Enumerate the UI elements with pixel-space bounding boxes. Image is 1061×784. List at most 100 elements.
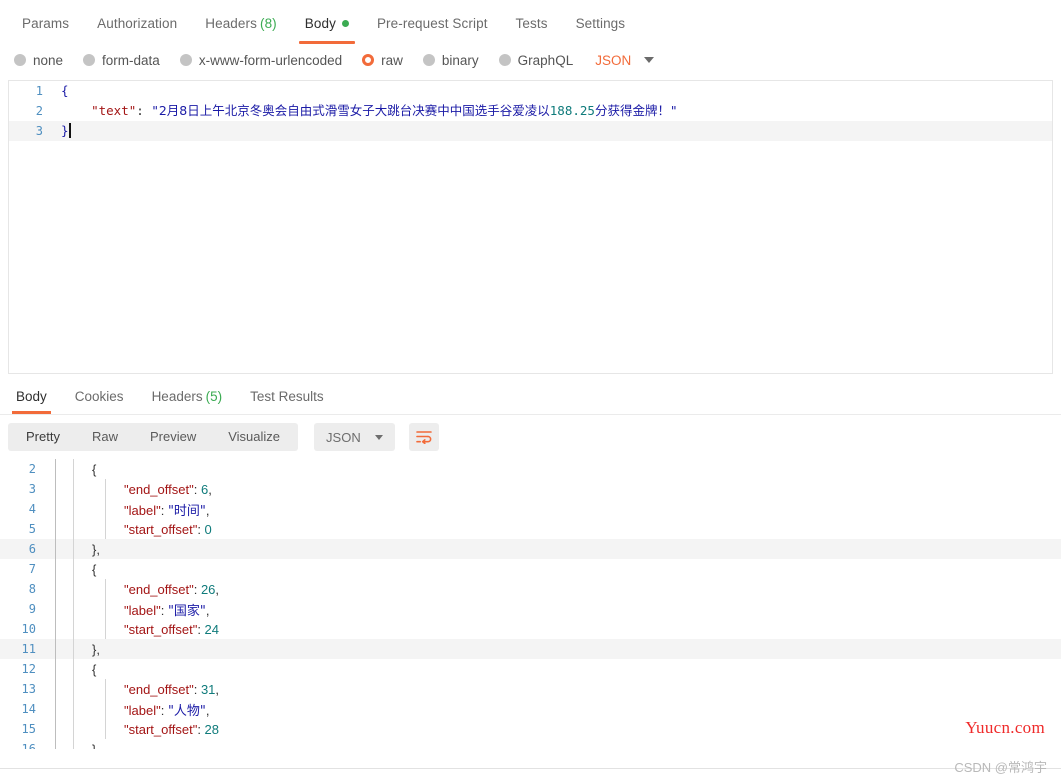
body-type-radio-group: none form-data x-www-form-urlencoded raw bin… (0, 44, 1061, 76)
response-code-line: 4 "label": "时间", (0, 499, 1061, 519)
request-tab-pre-request-script[interactable]: Pre-request Script (363, 8, 502, 44)
line-number: 11 (21, 642, 36, 656)
response-code-line: 5 "start_offset": 0 (0, 519, 1061, 539)
bottom-rule (0, 768, 1061, 769)
code-text: "label": "人物", (46, 700, 210, 719)
code-text: "start_offset": 24 (46, 622, 219, 637)
json-token: "国家" (167, 603, 206, 619)
line-number: 13 (21, 682, 36, 696)
json-token: : (197, 521, 205, 537)
response-tab-body[interactable]: Body (2, 383, 61, 414)
code-line: 1 { (9, 81, 1052, 101)
json-key: "text" (91, 103, 137, 118)
json-token: , (208, 481, 212, 497)
line-number: 5 (28, 522, 36, 536)
json-token: }, (92, 641, 100, 657)
request-format-select[interactable]: JSON (595, 53, 655, 68)
body-type-label: GraphQL (517, 52, 574, 68)
response-view-mode-group: Pretty Raw Preview Visualize (8, 423, 299, 451)
json-token: , (205, 602, 210, 618)
response-code-line: 15 "start_offset": 28 (0, 719, 1061, 739)
body-type-raw[interactable]: raw (362, 53, 403, 68)
request-tab-tests[interactable]: Tests (502, 8, 562, 44)
json-token: "end_offset" (124, 481, 194, 497)
response-code-line: 2{ (0, 459, 1061, 479)
json-token: "end_offset" (124, 681, 194, 697)
line-number: 12 (21, 662, 36, 676)
response-code-line: 6}, (0, 539, 1061, 559)
watermark-author: CSDN @常鸿宇 (954, 760, 1047, 775)
wrap-text-button[interactable] (408, 423, 439, 451)
response-body-code[interactable]: 2{3 "end_offset": 6, 4 "label": "时间", 5 "star… (0, 459, 1061, 749)
json-token: : (197, 721, 205, 737)
indent-guide (105, 679, 106, 739)
json-string-value-number: 188.25 (549, 103, 595, 118)
view-mode-pretty[interactable]: Pretty (10, 423, 76, 451)
json-token: { (92, 561, 97, 577)
json-quote-close: " (669, 103, 678, 118)
response-tab-headers[interactable]: Headers (5) (138, 383, 237, 414)
body-type-label: form-data (102, 52, 160, 68)
code-text: "label": "时间", (46, 500, 210, 519)
json-token: "start_offset" (124, 721, 198, 737)
body-type-label: binary (441, 52, 479, 68)
request-tab-body[interactable]: Body (291, 8, 363, 44)
tab-label: Cookies (74, 389, 124, 404)
request-tab-params[interactable]: Params (8, 8, 83, 44)
line-number: 15 (21, 722, 36, 736)
code-text: { (46, 662, 96, 677)
json-token: : (193, 481, 201, 497)
body-present-dot-icon (341, 20, 349, 27)
tab-label: Tests (515, 16, 548, 31)
code-text: "text": "2月8日上午北京冬奥会自由式滑雪女子大跳台决赛中中国选手谷爱凌… (53, 101, 677, 121)
response-view-toolbar: Pretty Raw Preview Visualize JSON (0, 415, 1061, 459)
json-string-value-pre: 2月8日上午北京冬奥会自由式滑雪女子大跳台决赛中中国选手谷爱凌以 (158, 103, 550, 118)
json-token: "label" (124, 502, 161, 518)
line-number: 14 (21, 702, 36, 716)
body-type-none[interactable]: none (14, 53, 63, 68)
request-tab-settings[interactable]: Settings (562, 8, 640, 44)
view-mode-preview[interactable]: Preview (134, 423, 212, 451)
json-quote-open: " (151, 103, 159, 118)
radio-button-icon (422, 54, 435, 66)
view-mode-raw[interactable]: Raw (76, 423, 134, 451)
response-code-line: 10 "start_offset": 24 (0, 619, 1061, 639)
response-tab-cookies[interactable]: Cookies (61, 383, 138, 414)
tab-count-badge: (8) (259, 16, 277, 31)
response-code-line: 11}, (0, 639, 1061, 659)
request-body-editor[interactable]: 1 { 2 "text": "2月8日上午北京冬奥会自由式滑雪女子大跳台决赛中中… (8, 80, 1053, 374)
wrap-text-icon (415, 431, 432, 444)
radio-button-icon (14, 54, 26, 66)
body-type-label: none (33, 52, 64, 68)
radio-button-icon (362, 54, 375, 66)
response-tab-test-results[interactable]: Test Results (236, 383, 338, 414)
body-type-binary[interactable]: binary (422, 52, 479, 68)
view-mode-visualize[interactable]: Visualize (212, 423, 296, 451)
tab-label: Test Results (250, 389, 324, 404)
tab-label: Headers (205, 16, 257, 31)
request-tab-authorization[interactable]: Authorization (83, 8, 191, 44)
request-tab-headers[interactable]: Headers (8) (191, 8, 291, 44)
json-token: , (205, 502, 210, 518)
code-line-current: 3 } (9, 121, 1052, 141)
json-token: "人物" (167, 703, 206, 719)
body-type-x-www-form-urlencoded[interactable]: x-www-form-urlencoded (179, 52, 343, 68)
response-format-select[interactable]: JSON (314, 423, 395, 451)
json-token: 31 (200, 681, 216, 697)
json-token: , (215, 681, 220, 697)
body-type-graphql[interactable]: GraphQL (498, 52, 574, 68)
body-type-form-data[interactable]: form-data (83, 53, 160, 68)
body-type-label: x-www-form-urlencoded (198, 52, 343, 68)
active-tab-underline (298, 41, 355, 44)
json-token: : (160, 602, 168, 618)
line-number: 16 (21, 742, 36, 749)
code-text: "label": "国家", (46, 600, 210, 619)
tab-label: Settings (575, 16, 626, 31)
response-format-label: JSON (326, 429, 361, 445)
line-number: 7 (28, 562, 36, 576)
code-text: } (53, 121, 71, 141)
tab-label: Headers (151, 389, 203, 404)
code-text: { (46, 562, 96, 577)
request-code-area[interactable]: 1 { 2 "text": "2月8日上午北京冬奥会自由式滑雪女子大跳台决赛中中… (9, 81, 1052, 141)
line-number: 4 (28, 502, 36, 516)
